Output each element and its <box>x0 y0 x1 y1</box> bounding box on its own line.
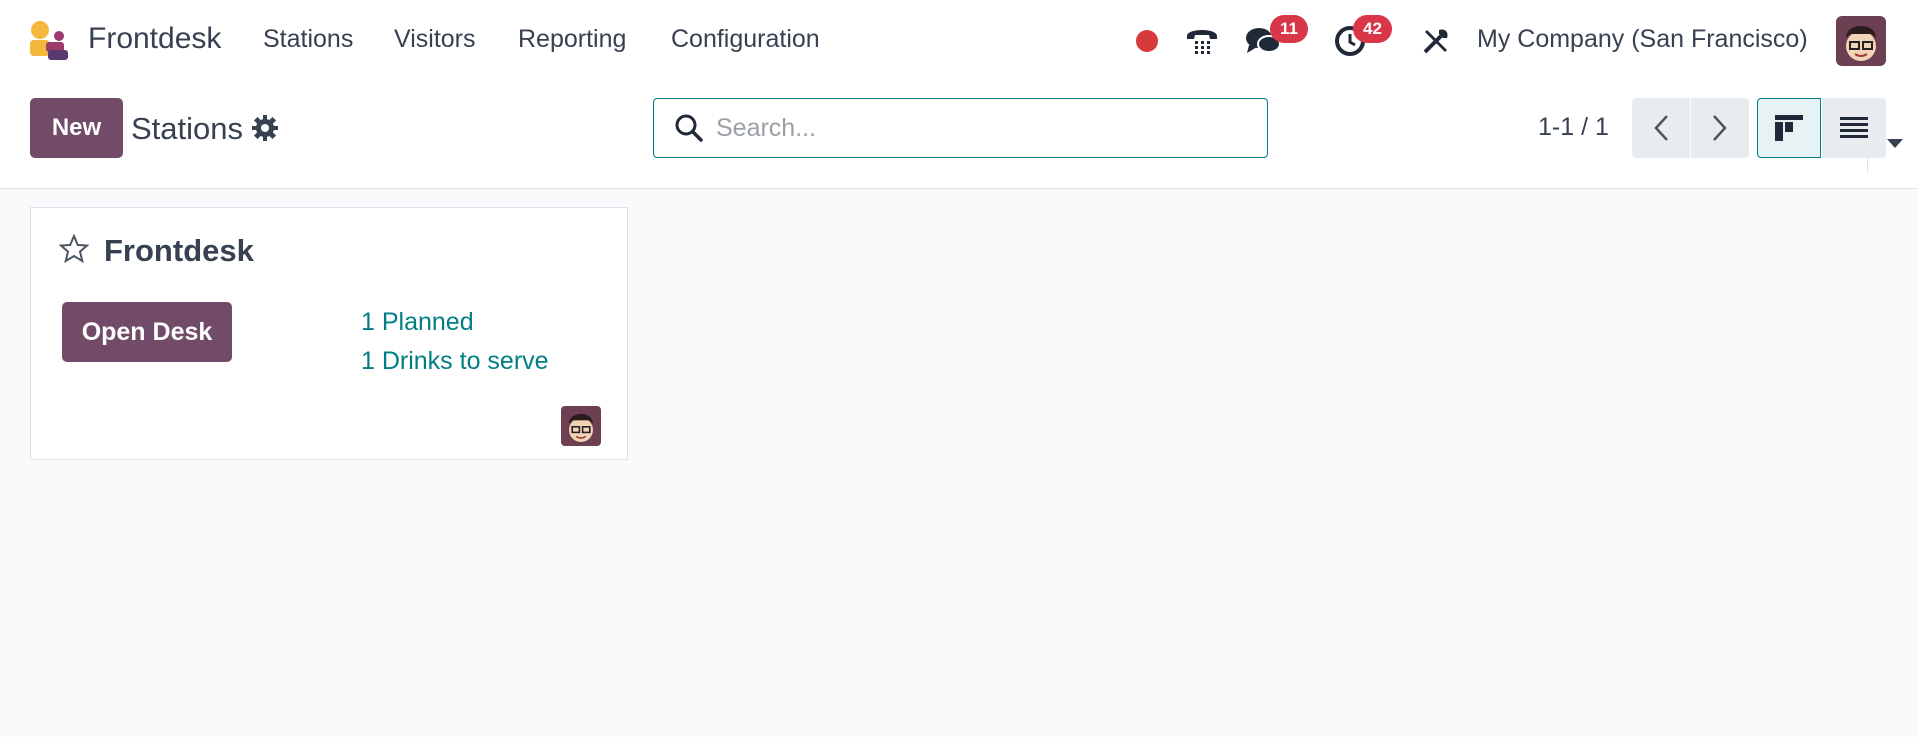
chevron-left-icon <box>1654 115 1668 141</box>
menu-stations[interactable]: Stations <box>263 25 353 54</box>
pager-previous-button[interactable] <box>1632 98 1690 158</box>
station-card[interactable]: Frontdesk Open Desk 1 Planned 1 Drinks t… <box>30 207 628 460</box>
planned-link[interactable]: 1 Planned <box>361 308 474 337</box>
new-button[interactable]: New <box>30 98 123 158</box>
page-title: Stations <box>131 111 244 146</box>
open-desk-button[interactable]: Open Desk <box>62 302 232 362</box>
responsible-avatar[interactable] <box>561 406 601 446</box>
top-navbar: Frontdesk Stations Visitors Reporting Co… <box>0 0 1918 82</box>
kanban-view-button[interactable] <box>1757 98 1821 158</box>
caret-down-icon <box>1886 139 1903 148</box>
messages-count-badge: 11 <box>1270 15 1308 43</box>
menu-configuration[interactable]: Configuration <box>671 25 820 54</box>
search-input[interactable] <box>714 107 1258 149</box>
frontdesk-app-icon[interactable] <box>28 20 70 62</box>
control-panel: New Stations Search... 1-1 / 1 <box>0 82 1918 189</box>
pager-value[interactable]: 1-1 / 1 <box>1538 113 1609 142</box>
activities-count-badge: 42 <box>1353 15 1392 43</box>
debug-tools-icon[interactable] <box>1418 20 1454 62</box>
user-avatar[interactable] <box>1836 16 1886 66</box>
drinks-to-serve-link[interactable]: 1 Drinks to serve <box>361 347 549 376</box>
app-name[interactable]: Frontdesk <box>88 22 221 56</box>
kanban-icon <box>1775 115 1803 141</box>
card-title: Frontdesk <box>104 233 254 268</box>
search-bar <box>653 98 1903 173</box>
chevron-right-icon <box>1713 115 1727 141</box>
gear-icon[interactable] <box>252 115 278 141</box>
favorite-star-icon[interactable] <box>58 233 90 264</box>
menu-reporting[interactable]: Reporting <box>518 25 626 54</box>
pager-next-button[interactable] <box>1691 98 1749 158</box>
menu-visitors[interactable]: Visitors <box>394 25 476 54</box>
list-view-button[interactable] <box>1822 98 1886 158</box>
company-switcher[interactable]: My Company (San Francisco) <box>1477 25 1808 54</box>
search-icon <box>674 113 704 143</box>
phone-icon[interactable] <box>1182 20 1222 62</box>
recording-status-icon[interactable] <box>1132 20 1162 62</box>
list-icon <box>1840 117 1868 138</box>
